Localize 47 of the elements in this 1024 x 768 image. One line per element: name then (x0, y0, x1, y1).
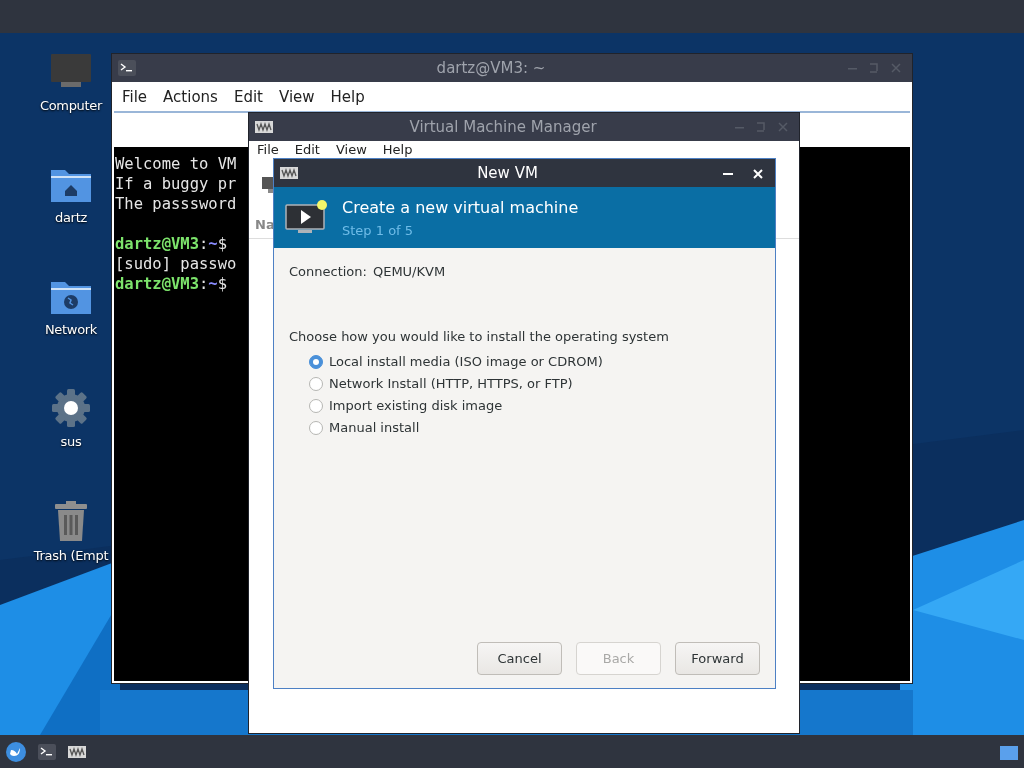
radio-button[interactable] (309, 376, 323, 391)
vmm-icon (280, 167, 298, 179)
radio-label[interactable]: Network Install (HTTP, HTTPS, or FTP) (329, 376, 573, 391)
terminal-icon (118, 60, 136, 76)
terminal-line: The passsword (115, 194, 237, 214)
menu-item[interactable]: File (114, 87, 156, 106)
radio-button[interactable] (309, 398, 323, 413)
vmm-icon (255, 121, 273, 133)
terminal-line: Welcome to VM (115, 154, 237, 174)
desktop-icon-label[interactable]: Trash (Empt (33, 548, 109, 563)
connection-label: Connection: (289, 264, 367, 279)
column-header[interactable]: Na (255, 216, 275, 232)
terminal-icon (38, 743, 56, 760)
desktop-icon-label[interactable]: dartz (55, 210, 87, 225)
window-title: dartz@VM3: ~ (435, 59, 547, 77)
header-title: Create a new virtual machine (342, 197, 579, 217)
menu-item[interactable]: View (327, 142, 375, 157)
radio-button[interactable] (309, 354, 323, 369)
menu-item[interactable]: Help (322, 87, 373, 106)
desktop-icon-label[interactable]: sus (60, 434, 82, 449)
menu-item[interactable]: Actions (155, 87, 226, 106)
radio-label[interactable]: Import existing disk image (329, 398, 503, 413)
terminal-line: If a buggy pr (115, 174, 237, 194)
terminal-line: [sudo] passwo (115, 254, 237, 274)
step-indicator: Step 1 of 5 (342, 222, 415, 238)
connection-value: QEMU/KVM (372, 264, 446, 279)
desktop-icon-label[interactable]: Computer (39, 98, 103, 113)
gear-icon (51, 388, 91, 428)
desktop-icon[interactable] (1000, 746, 1018, 760)
window-title: Virtual Machine Manager (408, 118, 598, 136)
dialog-button[interactable]: Forward (675, 642, 760, 675)
menu-item[interactable]: Edit (286, 142, 328, 157)
dialog-title: New VM (476, 164, 539, 182)
radio-label[interactable]: Manual install (329, 420, 420, 435)
vmm-icon (68, 745, 86, 758)
terminal-line: dartz@VM3:~$ (115, 234, 228, 254)
menu-item[interactable]: Help (374, 142, 421, 157)
terminal-line: dartz@VM3:~$ (115, 274, 228, 294)
desktop-icon-label[interactable]: Network (44, 322, 98, 337)
menu-item[interactable]: Edit (225, 87, 271, 106)
menu-item[interactable]: View (270, 87, 323, 106)
radio-button[interactable] (309, 420, 323, 435)
dialog-button[interactable]: Cancel (477, 642, 562, 675)
install-prompt: Choose how you would like to install the operating system (289, 329, 670, 344)
radio-label[interactable]: Local install media (ISO image or CDROM) (329, 354, 603, 369)
bird-logo-icon[interactable] (6, 741, 26, 762)
menu-item[interactable]: File (249, 142, 287, 157)
